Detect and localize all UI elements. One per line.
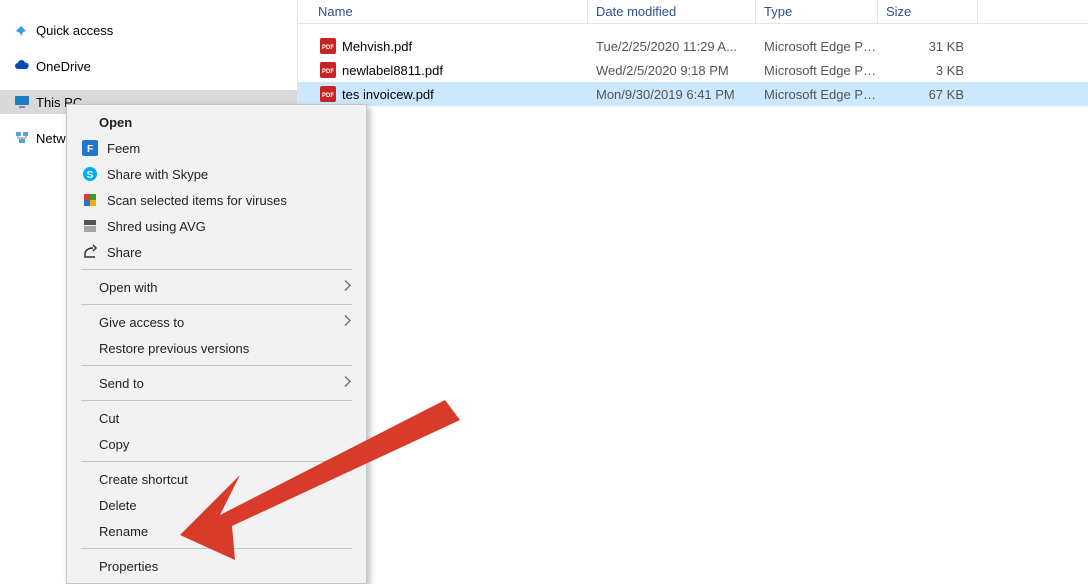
- menu-separator: [81, 304, 352, 305]
- nav-quick-access[interactable]: Quick access: [0, 18, 297, 42]
- file-list-panel: Name Date modified Type Size PDF Mehvish…: [298, 0, 1088, 566]
- menu-give-access[interactable]: Give access to: [69, 309, 364, 335]
- menu-feem[interactable]: F Feem: [69, 135, 364, 161]
- chevron-right-icon: [344, 280, 352, 295]
- file-row[interactable]: PDF Mehvish.pdf Tue/2/25/2020 11:29 A...…: [298, 34, 1088, 58]
- feem-icon: F: [81, 139, 99, 157]
- pdf-icon: PDF: [320, 86, 336, 102]
- network-icon: [14, 130, 30, 146]
- context-menu: Open F Feem S Share with Skype Scan sele…: [66, 104, 367, 584]
- menu-open[interactable]: Open: [69, 109, 364, 135]
- file-date: Tue/2/25/2020 11:29 A...: [588, 39, 756, 54]
- svg-text:PDF: PDF: [322, 69, 334, 75]
- file-size: 67 KB: [878, 87, 978, 102]
- share-icon: [81, 243, 99, 261]
- menu-cut[interactable]: Cut: [69, 405, 364, 431]
- column-headers: Name Date modified Type Size: [298, 0, 1088, 24]
- file-row[interactable]: PDF tes invoicew.pdf Mon/9/30/2019 6:41 …: [298, 82, 1088, 106]
- shred-icon: [81, 217, 99, 235]
- svg-text:S: S: [87, 170, 94, 181]
- menu-skype[interactable]: S Share with Skype: [69, 161, 364, 187]
- file-date: Mon/9/30/2019 6:41 PM: [588, 87, 756, 102]
- chevron-right-icon: [344, 315, 352, 330]
- menu-scan[interactable]: Scan selected items for viruses: [69, 187, 364, 213]
- svg-text:F: F: [87, 144, 93, 155]
- nav-label: OneDrive: [36, 59, 91, 74]
- menu-separator: [81, 365, 352, 366]
- pdf-icon: PDF: [320, 38, 336, 54]
- menu-rename[interactable]: Rename: [69, 518, 364, 544]
- menu-share[interactable]: Share: [69, 239, 364, 265]
- svg-text:PDF: PDF: [322, 93, 334, 99]
- file-type: Microsoft Edge PD...: [756, 63, 878, 78]
- file-size: 31 KB: [878, 39, 978, 54]
- menu-properties[interactable]: Properties: [69, 553, 364, 579]
- column-type[interactable]: Type: [756, 0, 878, 23]
- menu-send-to[interactable]: Send to: [69, 370, 364, 396]
- menu-separator: [81, 269, 352, 270]
- file-name: newlabel8811.pdf: [342, 63, 443, 78]
- file-name: Mehvish.pdf: [342, 39, 412, 54]
- monitor-icon: [14, 94, 30, 110]
- skype-icon: S: [81, 165, 99, 183]
- antivirus-icon: [81, 191, 99, 209]
- file-type: Microsoft Edge PD...: [756, 39, 878, 54]
- nav-onedrive[interactable]: OneDrive: [0, 54, 297, 78]
- column-date[interactable]: Date modified: [588, 0, 756, 23]
- chevron-right-icon: [344, 376, 352, 391]
- file-size: 3 KB: [878, 63, 978, 78]
- menu-separator: [81, 461, 352, 462]
- pin-icon: [14, 22, 30, 38]
- menu-separator: [81, 400, 352, 401]
- svg-text:PDF: PDF: [322, 45, 334, 51]
- column-size[interactable]: Size: [878, 0, 978, 23]
- nav-label: Netw: [36, 131, 66, 146]
- file-date: Wed/2/5/2020 9:18 PM: [588, 63, 756, 78]
- file-name: tes invoicew.pdf: [342, 87, 434, 102]
- menu-restore[interactable]: Restore previous versions: [69, 335, 364, 361]
- menu-copy[interactable]: Copy: [69, 431, 364, 457]
- file-list: PDF Mehvish.pdf Tue/2/25/2020 11:29 A...…: [298, 24, 1088, 106]
- column-name[interactable]: Name: [298, 0, 588, 23]
- menu-delete[interactable]: Delete: [69, 492, 364, 518]
- nav-label: Quick access: [36, 23, 113, 38]
- menu-open-with[interactable]: Open with: [69, 274, 364, 300]
- file-type: Microsoft Edge PD...: [756, 87, 878, 102]
- menu-shred[interactable]: Shred using AVG: [69, 213, 364, 239]
- menu-create-shortcut[interactable]: Create shortcut: [69, 466, 364, 492]
- pdf-icon: PDF: [320, 62, 336, 78]
- menu-separator: [81, 548, 352, 549]
- file-row[interactable]: PDF newlabel8811.pdf Wed/2/5/2020 9:18 P…: [298, 58, 1088, 82]
- cloud-icon: [14, 58, 30, 74]
